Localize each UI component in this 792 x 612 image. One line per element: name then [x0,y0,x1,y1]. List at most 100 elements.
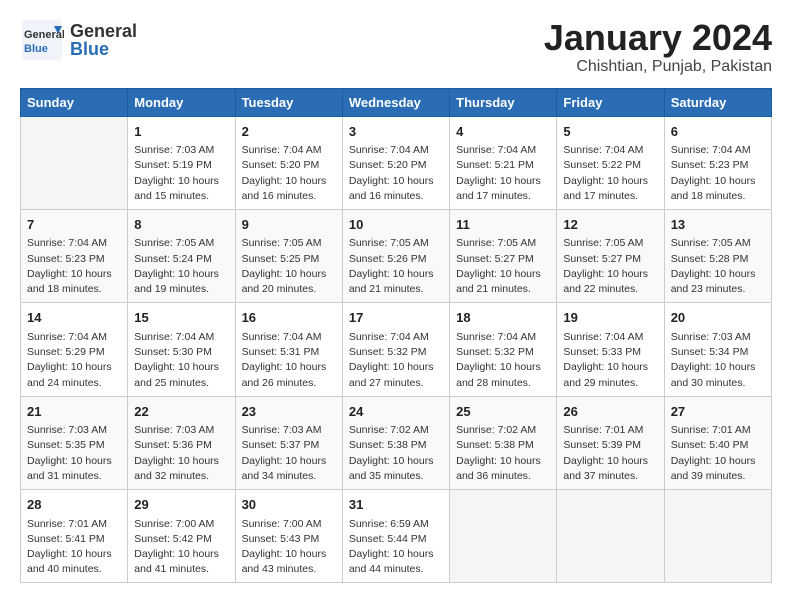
table-row [21,116,128,209]
calendar-week-row: 28Sunrise: 7:01 AMSunset: 5:41 PMDayligh… [21,490,772,583]
day-number: 17 [349,308,443,328]
table-row: 9Sunrise: 7:05 AMSunset: 5:25 PMDaylight… [235,209,342,302]
table-row: 19Sunrise: 7:04 AMSunset: 5:33 PMDayligh… [557,303,664,396]
svg-text:Blue: Blue [24,43,48,55]
col-monday: Monday [128,88,235,116]
day-number: 11 [456,215,550,235]
day-number: 10 [349,215,443,235]
calendar-week-row: 1Sunrise: 7:03 AMSunset: 5:19 PMDaylight… [21,116,772,209]
col-friday: Friday [557,88,664,116]
day-info: Sunrise: 7:01 AMSunset: 5:40 PMDaylight:… [671,423,765,484]
title-block: January 2024 Chishtian, Punjab, Pakistan [544,18,772,76]
table-row: 7Sunrise: 7:04 AMSunset: 5:23 PMDaylight… [21,209,128,302]
day-info: Sunrise: 7:05 AMSunset: 5:25 PMDaylight:… [242,236,336,297]
day-info: Sunrise: 7:02 AMSunset: 5:38 PMDaylight:… [456,423,550,484]
day-number: 27 [671,402,765,422]
table-row: 16Sunrise: 7:04 AMSunset: 5:31 PMDayligh… [235,303,342,396]
table-row: 13Sunrise: 7:05 AMSunset: 5:28 PMDayligh… [664,209,771,302]
day-number: 18 [456,308,550,328]
day-info: Sunrise: 7:00 AMSunset: 5:43 PMDaylight:… [242,517,336,578]
day-number: 8 [134,215,228,235]
day-info: Sunrise: 6:59 AMSunset: 5:44 PMDaylight:… [349,517,443,578]
day-number: 1 [134,122,228,142]
table-row: 30Sunrise: 7:00 AMSunset: 5:43 PMDayligh… [235,490,342,583]
day-number: 7 [27,215,121,235]
table-row: 3Sunrise: 7:04 AMSunset: 5:20 PMDaylight… [342,116,449,209]
day-number: 4 [456,122,550,142]
day-info: Sunrise: 7:04 AMSunset: 5:21 PMDaylight:… [456,143,550,204]
day-number: 23 [242,402,336,422]
calendar-week-row: 21Sunrise: 7:03 AMSunset: 5:35 PMDayligh… [21,396,772,489]
day-info: Sunrise: 7:05 AMSunset: 5:24 PMDaylight:… [134,236,228,297]
day-number: 24 [349,402,443,422]
day-info: Sunrise: 7:03 AMSunset: 5:36 PMDaylight:… [134,423,228,484]
col-thursday: Thursday [450,88,557,116]
calendar-header-row: Sunday Monday Tuesday Wednesday Thursday… [21,88,772,116]
day-number: 20 [671,308,765,328]
table-row [450,490,557,583]
table-row: 1Sunrise: 7:03 AMSunset: 5:19 PMDaylight… [128,116,235,209]
logo: General Blue General Blue [20,18,137,62]
day-info: Sunrise: 7:04 AMSunset: 5:20 PMDaylight:… [349,143,443,204]
col-saturday: Saturday [664,88,771,116]
table-row: 10Sunrise: 7:05 AMSunset: 5:26 PMDayligh… [342,209,449,302]
table-row [664,490,771,583]
day-number: 14 [27,308,121,328]
table-row: 22Sunrise: 7:03 AMSunset: 5:36 PMDayligh… [128,396,235,489]
day-number: 28 [27,495,121,515]
table-row: 2Sunrise: 7:04 AMSunset: 5:20 PMDaylight… [235,116,342,209]
day-number: 6 [671,122,765,142]
table-row: 6Sunrise: 7:04 AMSunset: 5:23 PMDaylight… [664,116,771,209]
day-info: Sunrise: 7:03 AMSunset: 5:35 PMDaylight:… [27,423,121,484]
day-info: Sunrise: 7:03 AMSunset: 5:37 PMDaylight:… [242,423,336,484]
col-sunday: Sunday [21,88,128,116]
day-number: 22 [134,402,228,422]
day-info: Sunrise: 7:01 AMSunset: 5:39 PMDaylight:… [563,423,657,484]
table-row: 20Sunrise: 7:03 AMSunset: 5:34 PMDayligh… [664,303,771,396]
table-row: 25Sunrise: 7:02 AMSunset: 5:38 PMDayligh… [450,396,557,489]
page-title: January 2024 [544,18,772,58]
day-number: 21 [27,402,121,422]
day-info: Sunrise: 7:03 AMSunset: 5:19 PMDaylight:… [134,143,228,204]
day-info: Sunrise: 7:04 AMSunset: 5:30 PMDaylight:… [134,330,228,391]
day-number: 2 [242,122,336,142]
calendar-week-row: 7Sunrise: 7:04 AMSunset: 5:23 PMDaylight… [21,209,772,302]
day-info: Sunrise: 7:04 AMSunset: 5:31 PMDaylight:… [242,330,336,391]
day-info: Sunrise: 7:04 AMSunset: 5:23 PMDaylight:… [671,143,765,204]
table-row: 24Sunrise: 7:02 AMSunset: 5:38 PMDayligh… [342,396,449,489]
day-number: 31 [349,495,443,515]
day-info: Sunrise: 7:04 AMSunset: 5:33 PMDaylight:… [563,330,657,391]
day-number: 5 [563,122,657,142]
day-number: 15 [134,308,228,328]
col-wednesday: Wednesday [342,88,449,116]
col-tuesday: Tuesday [235,88,342,116]
logo-general-text: General [70,22,137,40]
table-row: 4Sunrise: 7:04 AMSunset: 5:21 PMDaylight… [450,116,557,209]
day-info: Sunrise: 7:05 AMSunset: 5:27 PMDaylight:… [456,236,550,297]
day-info: Sunrise: 7:03 AMSunset: 5:34 PMDaylight:… [671,330,765,391]
calendar-week-row: 14Sunrise: 7:04 AMSunset: 5:29 PMDayligh… [21,303,772,396]
day-info: Sunrise: 7:04 AMSunset: 5:22 PMDaylight:… [563,143,657,204]
day-info: Sunrise: 7:01 AMSunset: 5:41 PMDaylight:… [27,517,121,578]
day-info: Sunrise: 7:04 AMSunset: 5:23 PMDaylight:… [27,236,121,297]
logo-blue-text: Blue [70,40,137,58]
day-info: Sunrise: 7:05 AMSunset: 5:26 PMDaylight:… [349,236,443,297]
day-number: 25 [456,402,550,422]
calendar-table: Sunday Monday Tuesday Wednesday Thursday… [20,88,772,584]
day-number: 26 [563,402,657,422]
day-info: Sunrise: 7:00 AMSunset: 5:42 PMDaylight:… [134,517,228,578]
table-row: 8Sunrise: 7:05 AMSunset: 5:24 PMDaylight… [128,209,235,302]
table-row: 23Sunrise: 7:03 AMSunset: 5:37 PMDayligh… [235,396,342,489]
table-row: 11Sunrise: 7:05 AMSunset: 5:27 PMDayligh… [450,209,557,302]
day-info: Sunrise: 7:04 AMSunset: 5:20 PMDaylight:… [242,143,336,204]
day-number: 9 [242,215,336,235]
day-number: 12 [563,215,657,235]
table-row: 17Sunrise: 7:04 AMSunset: 5:32 PMDayligh… [342,303,449,396]
logo-name: General Blue [70,22,137,58]
table-row: 15Sunrise: 7:04 AMSunset: 5:30 PMDayligh… [128,303,235,396]
table-row: 18Sunrise: 7:04 AMSunset: 5:32 PMDayligh… [450,303,557,396]
day-info: Sunrise: 7:04 AMSunset: 5:32 PMDaylight:… [349,330,443,391]
table-row: 27Sunrise: 7:01 AMSunset: 5:40 PMDayligh… [664,396,771,489]
day-info: Sunrise: 7:04 AMSunset: 5:29 PMDaylight:… [27,330,121,391]
table-row: 14Sunrise: 7:04 AMSunset: 5:29 PMDayligh… [21,303,128,396]
